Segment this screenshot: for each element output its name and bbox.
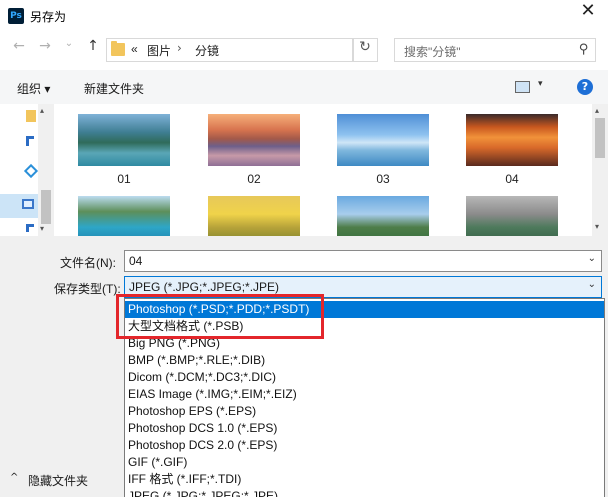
dropdown-option[interactable]: EIAS Image (*.IMG;*.EIM;*.EIZ) <box>125 386 604 403</box>
breadcrumb-item-storyboard[interactable]: 分镜 <box>195 42 219 59</box>
filename-label: 文件名(N): <box>60 256 116 270</box>
file-list: 01 02 03 04 <box>56 104 592 236</box>
dropdown-option[interactable]: IFF 格式 (*.IFF;*.TDI) <box>125 471 604 488</box>
view-options-icon[interactable] <box>515 81 530 93</box>
organize-button[interactable]: 组织 ▾ <box>17 80 50 97</box>
search-placeholder: 搜索"分镜" <box>404 45 461 59</box>
search-box[interactable]: 搜索"分镜" ⚲ <box>394 38 596 62</box>
network-icon[interactable] <box>26 224 34 232</box>
dropdown-option[interactable]: GIF (*.GIF) <box>125 454 604 471</box>
dropdown-option[interactable]: Photoshop DCS 2.0 (*.EPS) <box>125 437 604 454</box>
scroll-up-arrow-icon[interactable]: ▴ <box>40 106 44 115</box>
scroll-down-arrow-icon[interactable]: ▾ <box>595 222 599 231</box>
file-thumbnail[interactable] <box>466 114 558 166</box>
dropdown-option[interactable]: JPEG (*.JPG;*.JPEG;*.JPE) <box>125 488 604 497</box>
this-pc-icon[interactable] <box>22 199 34 209</box>
file-name[interactable]: 01 <box>78 172 170 186</box>
up-arrow-icon[interactable]: ↑ <box>82 38 104 62</box>
file-thumbnail[interactable] <box>208 114 300 166</box>
hide-folders-label: 隐藏文件夹 <box>28 474 89 488</box>
breadcrumb-item-pictures[interactable]: 图片 <box>147 42 171 59</box>
file-thumbnail[interactable] <box>337 114 429 166</box>
breadcrumb-overflow[interactable]: « <box>131 42 138 56</box>
window-title: 另存为 <box>30 10 67 24</box>
address-bar[interactable]: « 图片 › 分镜 <box>106 38 354 62</box>
chevron-down-icon[interactable]: ⌄ <box>588 279 596 290</box>
highlight-annotation-box <box>116 294 324 339</box>
file-thumbnail[interactable] <box>466 196 558 236</box>
folder-icon <box>111 41 125 56</box>
file-thumbnail[interactable] <box>78 196 170 236</box>
help-icon[interactable]: ? <box>577 79 593 95</box>
file-thumbnail[interactable] <box>208 196 300 236</box>
recent-locations-dropdown-icon[interactable]: ⌄ <box>58 38 80 62</box>
dropdown-option[interactable]: Photoshop EPS (*.EPS) <box>125 403 604 420</box>
close-icon[interactable]: ✕ <box>568 0 608 32</box>
scroll-up-arrow-icon[interactable]: ▴ <box>595 106 599 115</box>
dropdown-option[interactable]: Photoshop DCS 1.0 (*.EPS) <box>125 420 604 437</box>
chevron-up-icon: ^ <box>10 472 19 483</box>
navigation-pane: ▴ ▾ <box>0 104 56 236</box>
filename-value: 04 <box>129 254 143 268</box>
dropdown-option[interactable]: Dicom (*.DCM;*.DC3;*.DIC) <box>125 369 604 386</box>
file-name[interactable]: 03 <box>337 172 429 186</box>
search-icon[interactable]: ⚲ <box>579 42 589 57</box>
dropdown-option[interactable]: BMP (*.BMP;*.RLE;*.DIB) <box>125 352 604 369</box>
cloud-drive-icon[interactable] <box>23 163 39 179</box>
refresh-icon[interactable]: ↻ <box>352 38 378 62</box>
command-toolbar: 组织 ▾ 新建文件夹 ▾ ? <box>0 70 608 104</box>
quick-access-folder-icon[interactable] <box>26 110 36 122</box>
file-name[interactable]: 02 <box>208 172 300 186</box>
save-type-value: JPEG (*.JPG;*.JPEG;*.JPE) <box>129 280 280 294</box>
windows-icon[interactable] <box>26 136 34 146</box>
filename-input[interactable]: 04 ⌄ <box>124 250 602 272</box>
view-dropdown-icon[interactable]: ▾ <box>538 79 543 89</box>
chevron-right-icon: › <box>177 41 182 55</box>
file-name[interactable]: 04 <box>466 172 558 186</box>
new-folder-button[interactable]: 新建文件夹 <box>84 80 144 97</box>
file-thumbnail[interactable] <box>78 114 170 166</box>
forward-arrow-icon[interactable]: → <box>34 38 56 62</box>
save-type-label: 保存类型(T): <box>54 282 121 296</box>
navigation-bar: ← → ⌄ ↑ « 图片 › 分镜 ↻ 搜索"分镜" ⚲ <box>0 34 608 66</box>
chevron-down-icon[interactable]: ⌄ <box>588 253 596 264</box>
navigation-pane-scroll-thumb[interactable] <box>41 190 51 224</box>
file-list-scroll-thumb[interactable] <box>595 118 605 158</box>
scroll-down-arrow-icon[interactable]: ▾ <box>40 224 44 233</box>
photoshop-app-icon: Ps <box>8 8 24 24</box>
back-arrow-icon[interactable]: ← <box>8 38 30 62</box>
title-bar: Ps 另存为 ✕ <box>0 0 608 32</box>
file-thumbnail[interactable] <box>337 196 429 236</box>
